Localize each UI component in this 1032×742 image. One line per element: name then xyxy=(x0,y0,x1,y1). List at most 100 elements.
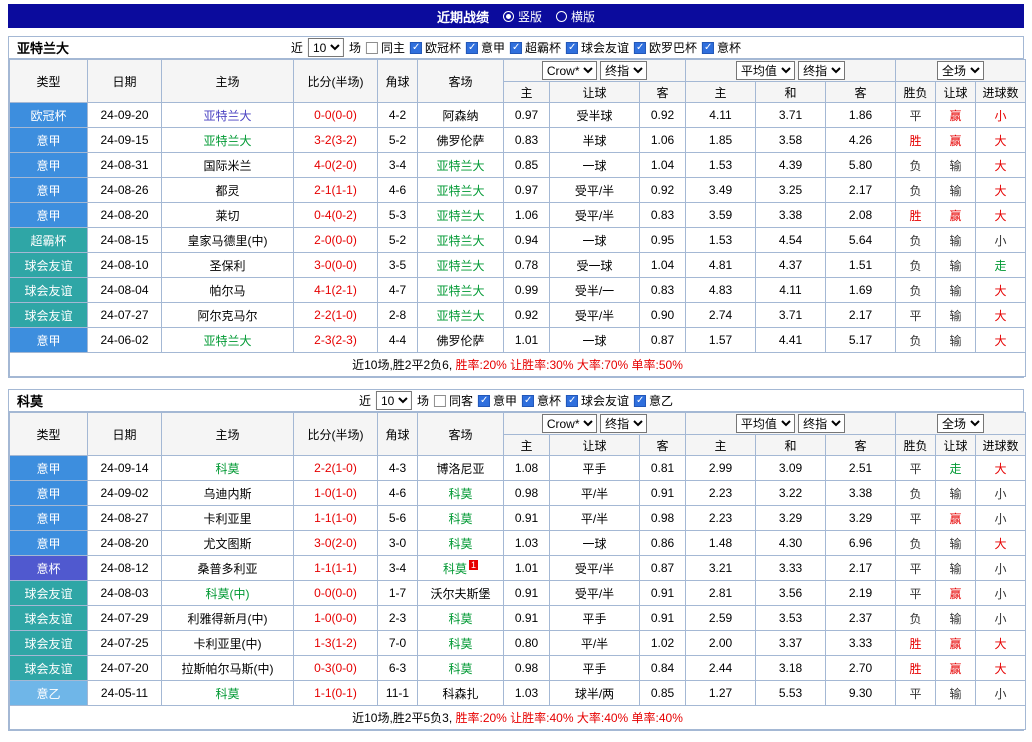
home-team-link[interactable]: 科莫(中) xyxy=(162,581,294,606)
league-type-badge: 意甲 xyxy=(10,506,88,531)
home-team-link[interactable]: 都灵 xyxy=(162,178,294,203)
col-header-corner: 角球 xyxy=(378,413,418,456)
home-team-link[interactable]: 科莫 xyxy=(162,681,294,706)
final-odds-select[interactable]: 终指 xyxy=(600,414,647,433)
filter-league[interactable]: 意甲 xyxy=(478,392,517,409)
checkbox-checked-icon xyxy=(566,395,578,407)
col-header-date: 日期 xyxy=(88,413,162,456)
avg-home-odds: 3.21 xyxy=(686,556,756,581)
away-team-link[interactable]: 亚特兰大 xyxy=(418,153,504,178)
filter-label: 球会友谊 xyxy=(581,39,629,56)
home-team-link[interactable]: 亚特兰大 xyxy=(162,103,294,128)
score-halftime: 1-1(1-0) xyxy=(294,506,378,531)
filter-label: 意杯 xyxy=(537,392,561,409)
filter-league[interactable]: 意甲 xyxy=(466,39,505,56)
home-team-link[interactable]: 帕尔马 xyxy=(162,278,294,303)
handicap-home-odds: 0.94 xyxy=(504,228,550,253)
away-team-link[interactable]: 亚特兰大 xyxy=(418,303,504,328)
away-team-link[interactable]: 亚特兰大 xyxy=(418,203,504,228)
home-team-link[interactable]: 卡利亚里 xyxy=(162,506,294,531)
away-team-link[interactable]: 亚特兰大 xyxy=(418,253,504,278)
final-odds-select[interactable]: 终指 xyxy=(798,414,845,433)
filter-league[interactable]: 意杯 xyxy=(522,392,561,409)
away-team-link[interactable]: 科莫 xyxy=(418,481,504,506)
avg-draw-odds: 3.58 xyxy=(756,128,826,153)
away-team-link[interactable]: 亚特兰大 xyxy=(418,278,504,303)
home-team-link[interactable]: 桑普多利亚 xyxy=(162,556,294,581)
away-team-link[interactable]: 佛罗伦萨 xyxy=(418,128,504,153)
match-row: 球会友谊24-08-10圣保利3-0(0-0)3-5亚特兰大0.78受一球1.0… xyxy=(10,253,1026,278)
final-odds-select[interactable]: 终指 xyxy=(600,61,647,80)
home-team-link[interactable]: 科莫 xyxy=(162,456,294,481)
filter-same-home[interactable]: 同主 xyxy=(366,39,405,56)
home-team-link[interactable]: 亚特兰大 xyxy=(162,328,294,353)
home-team-link[interactable]: 拉斯帕尔马斯(中) xyxy=(162,656,294,681)
home-team-link[interactable]: 亚特兰大 xyxy=(162,128,294,153)
home-team-link[interactable]: 乌迪内斯 xyxy=(162,481,294,506)
result-handicap: 输 xyxy=(936,531,976,556)
filter-league[interactable]: 意杯 xyxy=(702,39,741,56)
filter-league[interactable]: 意乙 xyxy=(634,392,673,409)
away-team-link[interactable]: 科莫 xyxy=(418,656,504,681)
home-team-link[interactable]: 皇家马德里(中) xyxy=(162,228,294,253)
away-team-link[interactable]: 科莫 xyxy=(418,506,504,531)
bookmaker-select[interactable]: Crow* xyxy=(542,414,597,433)
away-team-link[interactable]: 科莫 xyxy=(418,531,504,556)
away-team-link[interactable]: 科莫 xyxy=(418,631,504,656)
corner-score: 5-3 xyxy=(378,203,418,228)
bookmaker-select[interactable]: Crow* xyxy=(542,61,597,80)
home-team-link[interactable]: 阿尔克马尔 xyxy=(162,303,294,328)
away-team-link[interactable]: 亚特兰大 xyxy=(418,228,504,253)
average-select[interactable]: 平均值 xyxy=(736,414,795,433)
filter-same-away[interactable]: 同客 xyxy=(434,392,473,409)
filter-league[interactable]: 球会友谊 xyxy=(566,392,629,409)
avg-home-odds: 2.74 xyxy=(686,303,756,328)
avg-draw-odds: 4.39 xyxy=(756,153,826,178)
scope-select[interactable]: 全场 xyxy=(937,61,984,80)
scope-select[interactable]: 全场 xyxy=(937,414,984,433)
avg-draw-odds: 3.18 xyxy=(756,656,826,681)
handicap-home-odds: 1.03 xyxy=(504,681,550,706)
home-team-link[interactable]: 国际米兰 xyxy=(162,153,294,178)
recent-count-select[interactable]: 10 xyxy=(376,391,412,410)
layout-radio-vertical[interactable]: 竖版 xyxy=(503,8,542,25)
filter-label: 欧罗巴杯 xyxy=(649,39,697,56)
avg-home-odds: 2.23 xyxy=(686,481,756,506)
handicap-line: 平/半 xyxy=(550,506,640,531)
match-row: 意甲24-08-27卡利亚里1-1(1-0)5-6科莫0.91平/半0.982.… xyxy=(10,506,1026,531)
league-type-badge: 球会友谊 xyxy=(10,303,88,328)
handicap-line: 受半/一 xyxy=(550,278,640,303)
average-select[interactable]: 平均值 xyxy=(736,61,795,80)
handicap-line: 半球 xyxy=(550,128,640,153)
result-goals: 大 xyxy=(976,278,1026,303)
away-team-link[interactable]: 博洛尼亚 xyxy=(418,456,504,481)
away-team-link[interactable]: 科森扎 xyxy=(418,681,504,706)
away-team-link[interactable]: 佛罗伦萨 xyxy=(418,328,504,353)
away-team-link[interactable]: 亚特兰大 xyxy=(418,178,504,203)
filter-league[interactable]: 欧冠杯 xyxy=(410,39,461,56)
layout-radio-horizontal[interactable]: 横版 xyxy=(556,8,595,25)
final-odds-select[interactable]: 终指 xyxy=(798,61,845,80)
checkbox-checked-icon xyxy=(634,395,646,407)
home-team-link[interactable]: 尤文图斯 xyxy=(162,531,294,556)
handicap-home-odds: 0.80 xyxy=(504,631,550,656)
away-team-link[interactable]: 科莫1 xyxy=(418,556,504,581)
filter-league[interactable]: 欧罗巴杯 xyxy=(634,39,697,56)
home-team-link[interactable]: 圣保利 xyxy=(162,253,294,278)
filter-league[interactable]: 球会友谊 xyxy=(566,39,629,56)
away-team-link[interactable]: 沃尔夫斯堡 xyxy=(418,581,504,606)
league-type-badge: 意甲 xyxy=(10,178,88,203)
subcol-avg-away: 客 xyxy=(826,435,896,456)
home-team-link[interactable]: 利雅得新月(中) xyxy=(162,606,294,631)
away-team-link[interactable]: 阿森纳 xyxy=(418,103,504,128)
handicap-line: 平/半 xyxy=(550,481,640,506)
avg-home-odds: 1.57 xyxy=(686,328,756,353)
home-team-link[interactable]: 莱切 xyxy=(162,203,294,228)
avg-away-odds: 9.30 xyxy=(826,681,896,706)
match-row: 意甲24-09-15亚特兰大3-2(3-2)5-2佛罗伦萨0.83半球1.061… xyxy=(10,128,1026,153)
filter-league[interactable]: 超霸杯 xyxy=(510,39,561,56)
away-team-link[interactable]: 科莫 xyxy=(418,606,504,631)
recent-count-select[interactable]: 10 xyxy=(308,38,344,57)
home-team-link[interactable]: 卡利亚里(中) xyxy=(162,631,294,656)
result-outcome: 平 xyxy=(896,506,936,531)
